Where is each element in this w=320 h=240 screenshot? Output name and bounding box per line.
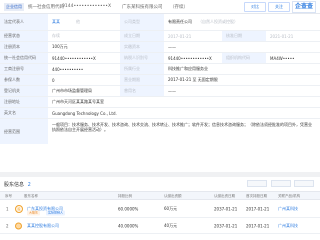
- english-name-label: 英文名: [0, 108, 48, 118]
- registered-capital-value: 100万元: [52, 44, 68, 49]
- company-type-extra: （自然人投资或控股）: [198, 19, 238, 24]
- authority-value: 广州市市场监督管理局: [52, 88, 92, 93]
- brand-label: 企业信用: [4, 3, 24, 11]
- col-ratio: 持股比例: [118, 194, 132, 198]
- address-value: 广州市天河区某某路某号某室: [52, 99, 104, 104]
- shareholder-badge-icon: 股: [15, 204, 23, 213]
- shareholder-amount: 60万元: [164, 205, 178, 211]
- shareholder-ratio: 60.0000%: [118, 206, 139, 211]
- registered-capital-label: 注册资本: [0, 42, 48, 52]
- company-type-label: 公司类型: [120, 14, 164, 30]
- info-row-4: 统一社会信用代码 91440••••••••••••X 纳税人识别号 91440…: [0, 53, 320, 64]
- legal-rep-label: 法定代表人: [0, 14, 48, 30]
- shareholder-tag-2: 实际控制人: [46, 210, 66, 216]
- action-2[interactable]: [270, 180, 291, 187]
- follow-button[interactable]: 关注: [268, 2, 290, 12]
- company-header: 企业信用 统一社会信用代码 9144•••••••••••••X 广东某科技有限…: [0, 0, 320, 14]
- code-label: 统一社会信用代码: [28, 5, 64, 10]
- col-product: 关联产品/机构: [278, 194, 301, 198]
- insurance-label: 参保人数: [0, 75, 48, 85]
- approval-label: 核准日期: [222, 31, 266, 41]
- info-row-3: 注册资本 100万元 实缴资本 ——: [0, 42, 320, 53]
- org-code-value: MA4W•••••: [270, 55, 295, 61]
- info-row-2: 经营状态 存续 成立日期 2017-01-21 核准日期 2021-01-21: [0, 31, 320, 42]
- action-3[interactable]: [294, 180, 314, 187]
- info-row-10: 经营范围 一般项目：技术服务、技术开发、技术咨询、技术交流、技术转让、技术推广；…: [0, 119, 320, 144]
- shareholders-title: 股东信息 2: [4, 182, 31, 188]
- scope-label: 经营范围: [0, 119, 48, 144]
- row-index: 1: [6, 206, 9, 211]
- action-1[interactable]: [247, 180, 268, 187]
- taxpayer-label: 纳税人识别号: [120, 53, 164, 63]
- shareholders-header: 序号 股东名称 持股比例 认缴出资额 认缴出资日期 首次持股日期 关联产品/机构: [0, 191, 320, 200]
- reg-number-value: 440••••••••••: [52, 66, 84, 72]
- paid-capital-label: 实缴资本: [120, 42, 164, 52]
- business-term-value: 2017-01-21 至 无固定期限: [168, 77, 218, 82]
- shareholder-tag-1: 大股东: [27, 210, 41, 216]
- info-row-8: 注册地址 广州市天河区某某路某号某室: [0, 97, 320, 108]
- shareholder-product[interactable]: 广州某科技: [278, 223, 298, 229]
- code-value: 9144•••••••••••••X: [62, 4, 112, 9]
- legal-rep-name[interactable]: 某某: [52, 14, 60, 30]
- shareholder-product[interactable]: 广州某科技: [278, 206, 298, 212]
- company-type-value: 有限责任公司: [168, 19, 192, 24]
- credit-code-value: 91440••••••••••••X: [52, 55, 96, 61]
- row-index: 2: [6, 223, 9, 228]
- info-row-7: 登记机关 广州市市场监督管理局 曾用名 ——: [0, 86, 320, 97]
- info-row-1: 法定代表人 某某 他 公司类型 有限责任公司 （自然人投资或控股）: [0, 14, 320, 31]
- status-tag: （存续）: [170, 5, 188, 10]
- industry-label: 所属行业: [120, 64, 164, 74]
- establish-value: 2017-01-21: [168, 33, 192, 39]
- info-row-6: 参保人数 0 营业期限 2017-01-21 至 无固定期限: [0, 75, 320, 86]
- col-first-date: 首次持股日期: [246, 194, 267, 198]
- col-amount: 认缴出资额: [164, 194, 182, 198]
- shareholder-first-date: 2017-01-21: [246, 223, 270, 228]
- authority-label: 登记机关: [0, 86, 48, 96]
- shareholder-first-date: 2017-01-21: [246, 206, 270, 211]
- industry-value: 科技推广和应用服务业: [168, 66, 208, 71]
- credit-code-label: 统一社会信用代码: [0, 53, 48, 63]
- taxpayer-value: 91440••••••••••••X: [168, 55, 212, 61]
- shareholders-card: 股东信息 2 序号 股东名称 持股比例 认缴出资额 认缴出资日期 首次持股日期 …: [0, 177, 320, 240]
- shareholder-ratio: 40.0000%: [118, 223, 139, 228]
- col-date: 认缴出资日期: [214, 194, 235, 198]
- qichacha-logo: 企查查: [292, 1, 316, 13]
- former-name-label: 曾用名: [120, 86, 164, 96]
- shareholders-count: 2: [27, 182, 31, 188]
- shareholder-avatar-icon: [15, 222, 22, 229]
- shareholder-row-1: 1 股 广东某投资有限公司 大股东 实际控制人 60.0000% 60万元 20…: [0, 200, 320, 218]
- status-label: 经营状态: [0, 31, 48, 41]
- legal-rep-icon-text: 他: [76, 19, 80, 24]
- status-value: 存续: [52, 33, 60, 38]
- reg-number-label: 工商注册号: [0, 64, 48, 74]
- approval-value: 2021-01-21: [270, 33, 294, 39]
- info-row-5: 工商注册号 440•••••••••• 所属行业 科技推广和应用服务业: [0, 64, 320, 75]
- compare-button[interactable]: 对比: [244, 2, 266, 12]
- insurance-value: 0: [52, 77, 55, 83]
- english-name-value: Guangdong Technology Co., Ltd.: [52, 110, 117, 116]
- shareholder-name[interactable]: 某某控股有限公司: [27, 223, 59, 229]
- shareholder-date: 2037-01-21: [214, 206, 238, 211]
- shareholder-amount: 40万元: [164, 222, 178, 228]
- org-code-label: 组织机构代码: [222, 53, 266, 63]
- col-index: 序号: [5, 194, 12, 198]
- shareholder-row-2: 2 某某控股有限公司 40.0000% 40万元 2037-01-21 2017…: [0, 218, 320, 234]
- scope-value: 一般项目：技术服务、技术开发、技术咨询、技术交流、技术转让、技术推广；软件开发；…: [52, 122, 312, 132]
- address-label: 注册地址: [0, 97, 48, 107]
- paid-capital-value: ——: [168, 44, 176, 50]
- business-term-label: 营业期限: [120, 75, 164, 85]
- former-name-value: ——: [168, 88, 176, 94]
- info-row-9: 英文名 Guangdong Technology Co., Ltd.: [0, 108, 320, 119]
- establish-label: 成立日期: [120, 31, 164, 41]
- company-name: 广东某科技有限公司: [122, 5, 163, 10]
- section-actions: [245, 180, 314, 188]
- col-name: 股东名称: [24, 194, 38, 198]
- shareholder-date: 2037-01-21: [214, 223, 238, 228]
- basic-info-card: 企业信用 统一社会信用代码 9144•••••••••••••X 广东某科技有限…: [0, 0, 320, 172]
